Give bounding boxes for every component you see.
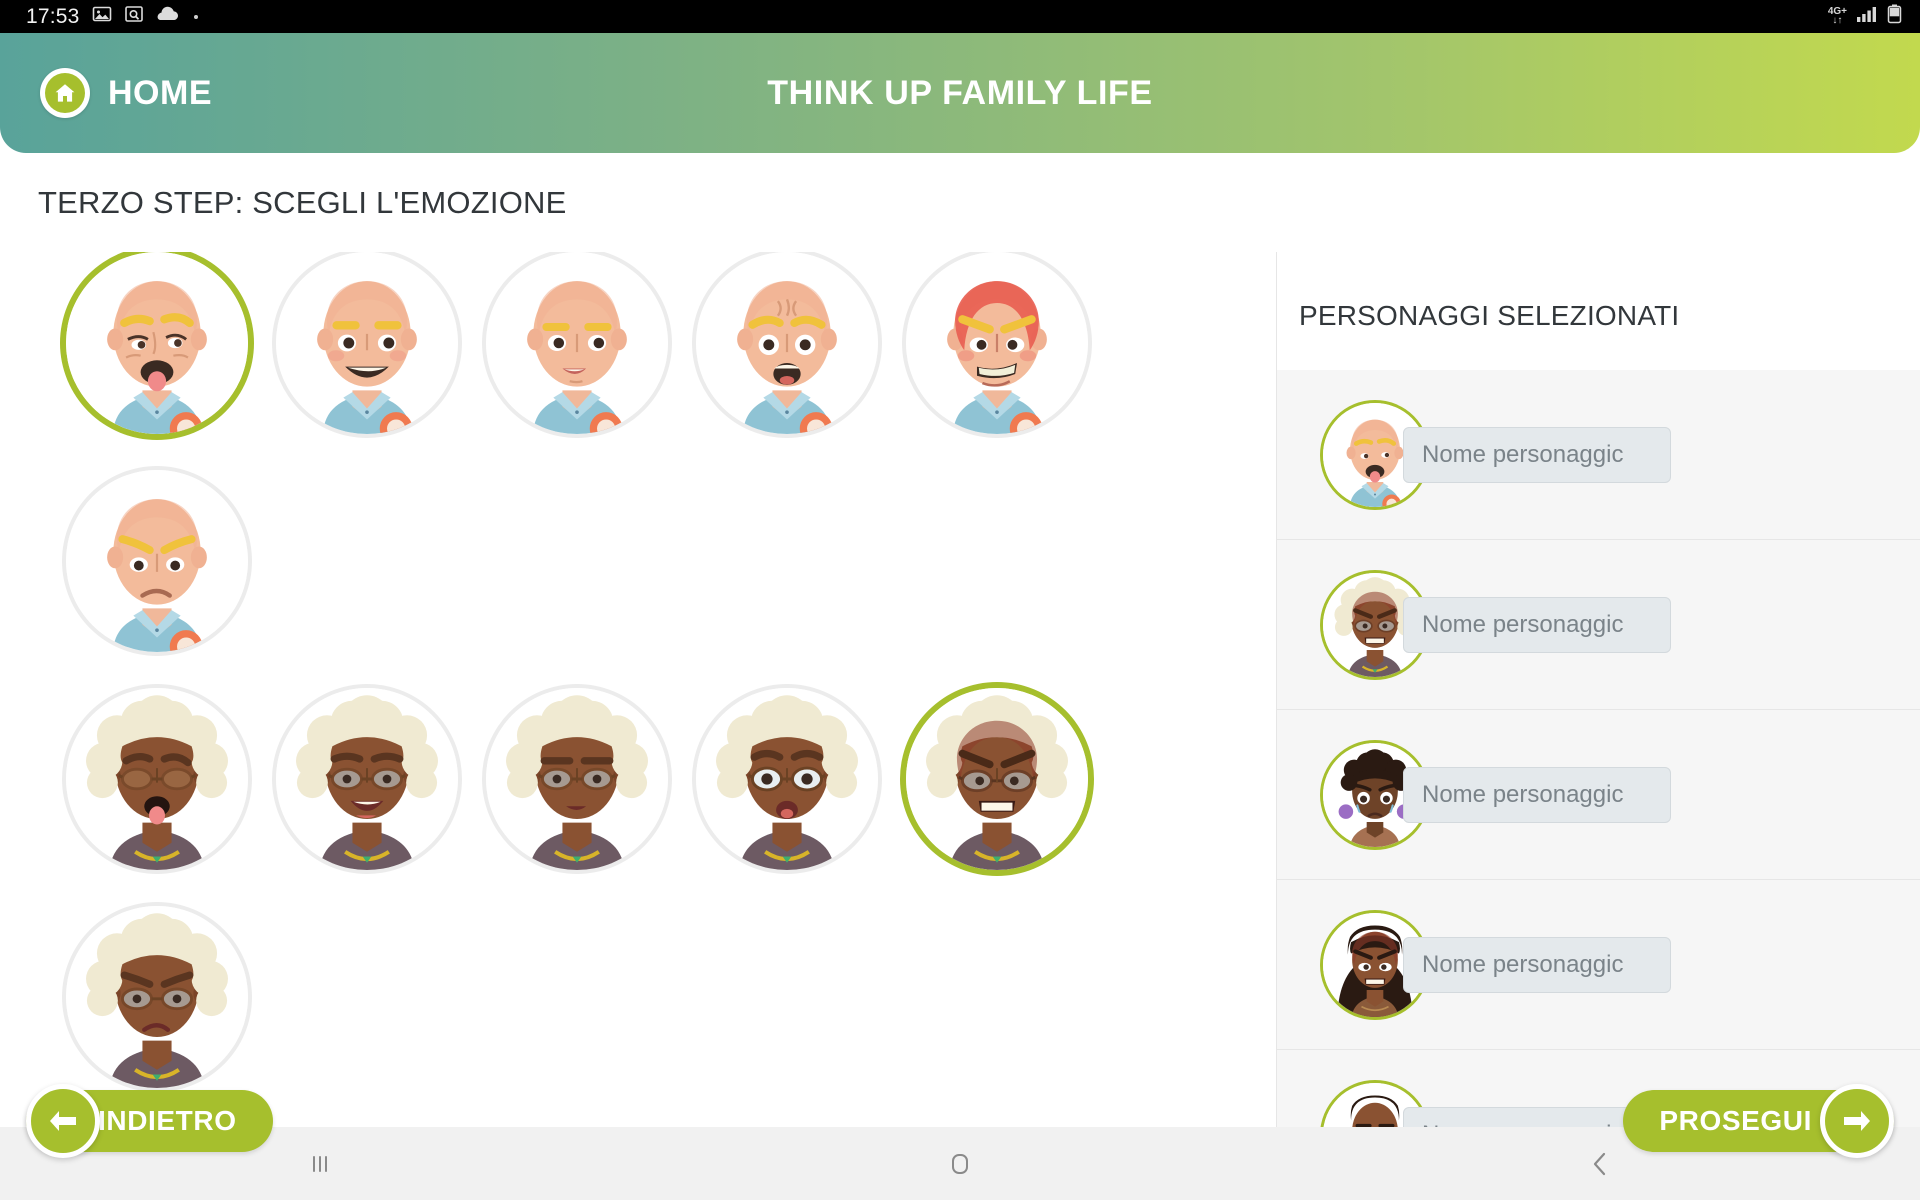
arrow-left-icon <box>26 1084 100 1158</box>
emotion-option-man-neutral[interactable] <box>486 252 668 434</box>
emotion-row-man-1 <box>0 252 1276 470</box>
emotion-cell <box>52 470 262 688</box>
character-name-input[interactable] <box>1403 426 1671 483</box>
emotion-cell <box>262 252 472 470</box>
character-name-input[interactable] <box>1403 596 1671 653</box>
emotion-cell <box>892 688 1102 906</box>
battery-icon <box>1887 4 1902 29</box>
emotion-option-man-disgust[interactable] <box>66 252 248 434</box>
character-name-input[interactable] <box>1403 936 1671 993</box>
back-button[interactable]: INDIETRO <box>26 1084 273 1158</box>
image-icon <box>92 4 112 29</box>
emotion-cell <box>262 688 472 906</box>
arrow-right-icon <box>1820 1084 1894 1158</box>
emotion-row-man-2 <box>0 470 1276 688</box>
selected-characters-list <box>1277 370 1920 1127</box>
emotion-option-gma-neutral[interactable] <box>486 688 668 870</box>
screenshot-search-icon <box>124 4 144 29</box>
status-bar-clock: 17:53 <box>26 4 80 28</box>
emotion-option-man-happy[interactable] <box>276 252 458 434</box>
emotion-cell <box>52 252 262 470</box>
panel-title: PERSONAGGI SELEZIONATI <box>1299 300 1680 331</box>
emotion-grid <box>0 252 1276 1127</box>
emotion-cell <box>52 688 262 906</box>
signal-bars-icon <box>1856 5 1878 28</box>
character-name-input[interactable] <box>1403 766 1671 823</box>
app-title: THINK UP FAMILY LIFE <box>767 73 1153 112</box>
home-button-label: HOME <box>108 73 212 112</box>
emotion-option-gma-sad[interactable] <box>66 906 248 1088</box>
list-item <box>1277 880 1920 1050</box>
android-status-bar: 17:53 4G+ ↓↑ <box>0 0 1920 33</box>
list-item <box>1277 710 1920 880</box>
home-button[interactable]: HOME <box>40 68 212 118</box>
page-title: TERZO STEP: SCEGLI L'EMOZIONE <box>38 185 567 220</box>
emotion-cell <box>472 252 682 470</box>
selected-characters-panel: PERSONAGGI SELEZIONATI <box>1276 252 1920 1127</box>
emotion-option-gma-disgust[interactable] <box>66 688 248 870</box>
cloud-icon <box>156 5 180 28</box>
status-bar-left: 17:53 <box>0 4 200 29</box>
emotion-cell <box>682 252 892 470</box>
emotion-option-gma-happy[interactable] <box>276 688 458 870</box>
house-icon <box>45 73 85 113</box>
status-bar-right: 4G+ ↓↑ <box>1828 4 1920 29</box>
recents-icon[interactable] <box>190 1151 450 1177</box>
network-type-indicator: 4G+ ↓↑ <box>1827 6 1847 26</box>
next-button[interactable]: PROSEGUI <box>1623 1084 1894 1158</box>
emotion-cell <box>682 688 892 906</box>
back-chevron-icon[interactable] <box>1470 1150 1730 1178</box>
emotion-option-man-fear[interactable] <box>696 252 878 434</box>
emotion-cell <box>472 688 682 906</box>
list-item <box>1277 540 1920 710</box>
emotion-option-gma-angry[interactable] <box>906 688 1088 870</box>
home-icon-circle <box>40 68 90 118</box>
dot-icon <box>192 8 200 26</box>
list-item <box>1277 370 1920 540</box>
emotion-option-man-angry[interactable] <box>906 252 1088 434</box>
emotion-row-gma-1 <box>0 688 1276 906</box>
home-square-icon[interactable] <box>830 1149 1090 1179</box>
app-screen: 17:53 4G+ ↓↑ HOME THINK UP FAMILY LIFE T… <box>0 0 1920 1200</box>
emotion-cell <box>892 252 1102 470</box>
emotion-option-gma-fear[interactable] <box>696 688 878 870</box>
emotion-option-man-sad[interactable] <box>66 470 248 652</box>
app-header: HOME THINK UP FAMILY LIFE <box>0 33 1920 153</box>
